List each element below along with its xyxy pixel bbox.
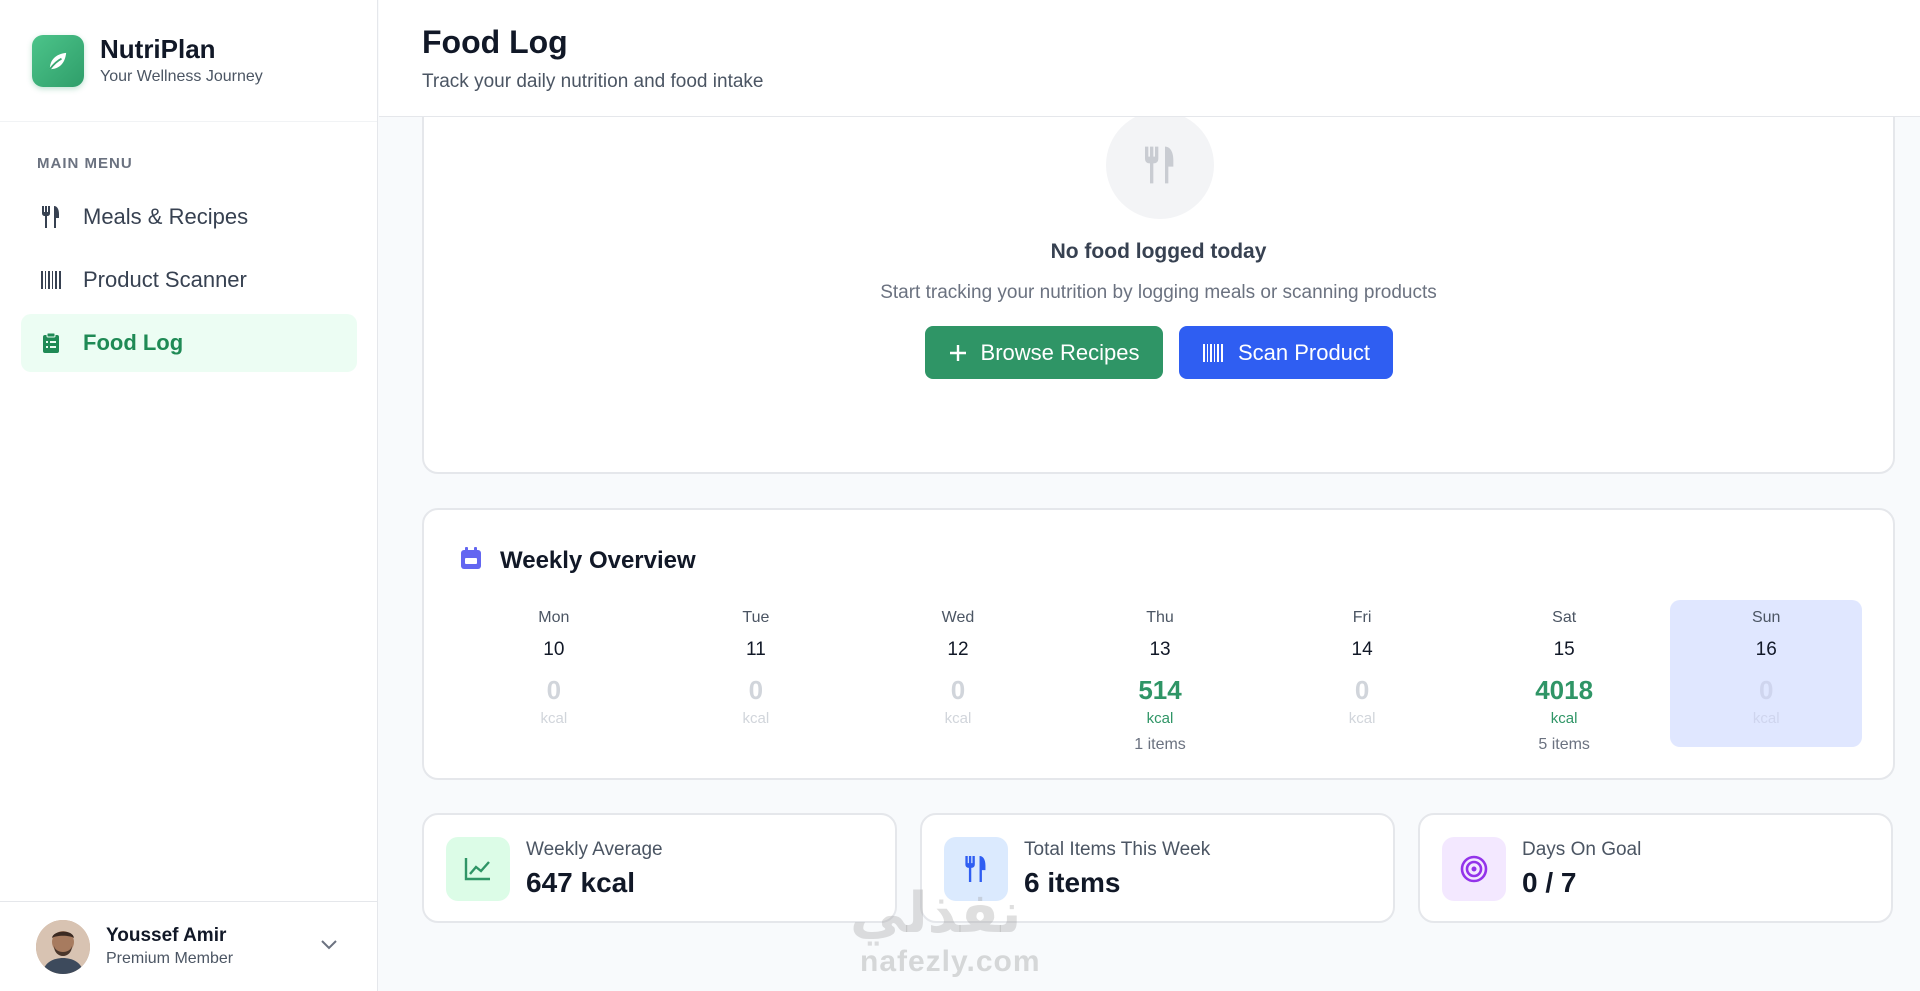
day-name: Tue xyxy=(742,609,770,626)
sidebar-item-label: Food Log xyxy=(83,330,184,355)
brand-tagline: Your Wellness Journey xyxy=(100,67,263,85)
day-kcal-unit: kcal xyxy=(1146,710,1174,727)
utensils-icon xyxy=(39,205,63,229)
day-name: Sun xyxy=(1751,609,1781,626)
day-date: 13 xyxy=(1149,639,1171,660)
barcode-icon xyxy=(39,268,63,292)
plus-icon xyxy=(949,344,967,362)
user-role: Premium Member xyxy=(106,950,234,967)
watermark-arabic: نفذلي xyxy=(850,881,1022,944)
watermark: nafezly.com xyxy=(860,945,1041,978)
day-kcal-unit: kcal xyxy=(1348,710,1376,727)
day-cell-fri[interactable]: Fri 14 0 kcal xyxy=(1266,600,1458,747)
stat-weekly-average: Weekly Average 647 kcal xyxy=(422,813,897,923)
day-name: Wed xyxy=(941,609,975,626)
day-items-count: 5 items xyxy=(1538,736,1590,753)
day-kcal: 0 xyxy=(748,675,764,705)
day-name: Thu xyxy=(1146,609,1174,626)
day-kcal-unit: kcal xyxy=(742,710,770,727)
sidebar-item-product-scanner[interactable]: Product Scanner xyxy=(21,251,357,309)
sidebar-item-meals-recipes[interactable]: Meals & Recipes xyxy=(21,188,357,246)
empty-state-card: No food logged today Start tracking your… xyxy=(422,60,1895,474)
day-name: Sat xyxy=(1552,609,1577,626)
avatar xyxy=(36,919,90,974)
day-kcal: 0 xyxy=(1354,675,1370,705)
day-kcal-unit: kcal xyxy=(1752,710,1780,727)
browse-recipes-button[interactable]: Browse Recipes xyxy=(925,326,1163,379)
barcode-icon xyxy=(1202,343,1224,363)
stat-value: 6 items xyxy=(1024,867,1121,898)
utensils-icon xyxy=(1106,111,1214,219)
stat-label: Total Items This Week xyxy=(1024,839,1211,860)
day-date: 16 xyxy=(1755,639,1777,660)
stat-value: 0 / 7 xyxy=(1522,867,1577,898)
target-icon xyxy=(1442,837,1506,901)
day-kcal: 0 xyxy=(950,675,966,705)
empty-title: No food logged today xyxy=(1050,240,1267,263)
chart-line-icon xyxy=(446,837,510,901)
day-kcal-unit: kcal xyxy=(944,710,972,727)
day-date: 15 xyxy=(1553,639,1575,660)
day-cell-wed[interactable]: Wed 12 0 kcal xyxy=(862,600,1054,747)
day-kcal-unit: kcal xyxy=(540,710,568,727)
chevron-down-icon[interactable] xyxy=(320,938,338,956)
week-days: Mon 10 0 kcal Tue 11 0 kcal Wed 12 0 kca… xyxy=(458,600,1863,753)
brand-name: NutriPlan xyxy=(100,33,216,64)
main-menu: Meals & Recipes Product Scanner Food Log xyxy=(21,188,357,377)
day-kcal: 0 xyxy=(546,675,562,705)
stat-label: Days On Goal xyxy=(1522,839,1642,860)
day-cell-thu[interactable]: Thu 13 514 kcal 1 items xyxy=(1064,600,1256,753)
day-date: 11 xyxy=(746,639,766,660)
stat-days-on-goal: Days On Goal 0 / 7 xyxy=(1418,813,1893,923)
page-title: Food Log xyxy=(422,24,568,60)
user-profile[interactable]: Youssef Amir Premium Member xyxy=(0,901,378,991)
sidebar-item-label: Meals & Recipes xyxy=(83,204,249,229)
weekly-overview-title: Weekly Overview xyxy=(500,546,696,574)
calendar-icon xyxy=(460,546,482,575)
day-items-count: 1 items xyxy=(1134,736,1186,753)
clipboard-list-icon xyxy=(39,331,63,355)
user-name: Youssef Amir xyxy=(106,925,227,946)
stat-value: 647 kcal xyxy=(526,867,635,898)
page-subtitle: Track your daily nutrition and food inta… xyxy=(422,71,764,92)
scan-product-label: Scan Product xyxy=(1237,339,1371,365)
sidebar-item-label: Product Scanner xyxy=(83,267,247,292)
sidebar-item-food-log[interactable]: Food Log xyxy=(21,314,357,372)
day-date: 12 xyxy=(947,639,969,660)
empty-subtitle: Start tracking your nutrition by logging… xyxy=(880,282,1437,303)
day-cell-mon[interactable]: Mon 10 0 kcal xyxy=(458,600,650,747)
brand[interactable]: NutriPlan Your Wellness Journey xyxy=(0,0,377,122)
weekly-overview-card: Weekly Overview Mon 10 0 kcal Tue 11 0 k… xyxy=(422,508,1895,780)
menu-heading: MAIN MENU xyxy=(37,155,133,172)
browse-recipes-label: Browse Recipes xyxy=(980,339,1140,365)
day-cell-sat[interactable]: Sat 15 4018 kcal 5 items xyxy=(1468,600,1660,753)
day-date: 14 xyxy=(1351,639,1373,660)
day-kcal: 514 xyxy=(1138,675,1182,705)
page-header: Food Log Track your daily nutrition and … xyxy=(379,0,1920,117)
day-kcal: 0 xyxy=(1758,675,1774,705)
day-kcal: 4018 xyxy=(1535,675,1594,705)
stat-label: Weekly Average xyxy=(526,839,663,860)
day-kcal-unit: kcal xyxy=(1550,710,1578,727)
day-cell-tue[interactable]: Tue 11 0 kcal xyxy=(660,600,852,747)
day-name: Mon xyxy=(538,609,570,626)
scan-product-button[interactable]: Scan Product xyxy=(1179,326,1393,379)
leaf-icon xyxy=(32,34,84,87)
day-date: 10 xyxy=(543,639,565,660)
day-name: Fri xyxy=(1352,609,1372,626)
sidebar: NutriPlan Your Wellness Journey MAIN MEN… xyxy=(0,0,378,991)
day-cell-sun[interactable]: Sun 16 0 kcal xyxy=(1670,600,1863,747)
